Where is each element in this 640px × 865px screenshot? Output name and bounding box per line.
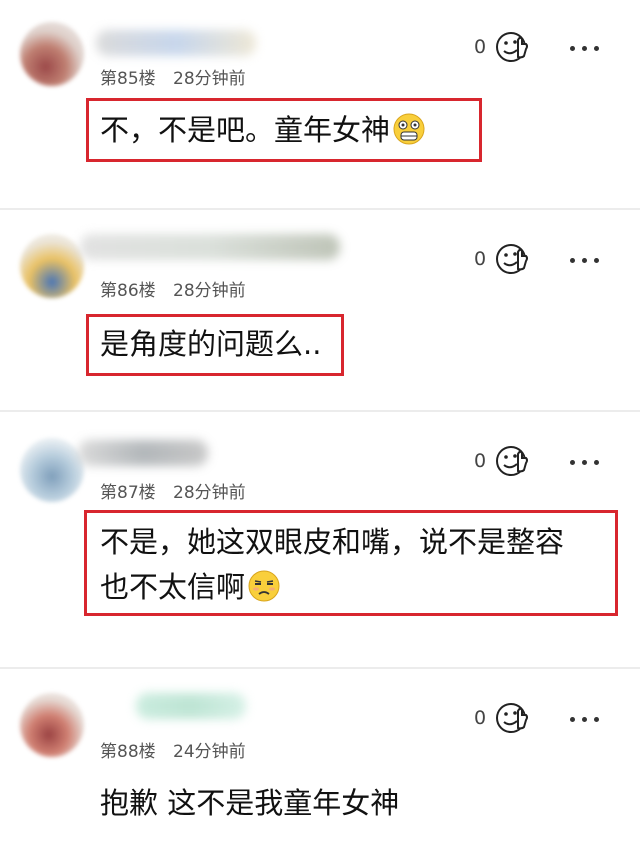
like-count: 0 [474, 450, 487, 472]
scared-face-emoji-icon [393, 113, 425, 145]
comment-meta: 第86楼 28分钟前 [100, 276, 246, 301]
comment-text: 不，不是吧。童年女神 [100, 108, 426, 153]
floor-number: 第87楼 [100, 483, 156, 503]
thumbs-up-face-icon[interactable] [494, 30, 529, 64]
username-blurred[interactable] [96, 30, 256, 56]
like-button[interactable]: 0 [474, 242, 529, 276]
comment-87: 第87楼 28分钟前 0 不是，她这双眼皮和嘴，说不是整容 也不太信啊 [0, 412, 640, 667]
comment-line: 不是，她这双眼皮和嘴，说不是整容 [100, 525, 565, 559]
floor-number: 第86楼 [100, 281, 156, 301]
comment-time: 28分钟前 [173, 483, 246, 503]
avatar[interactable] [20, 234, 84, 298]
comment-time: 28分钟前 [173, 281, 246, 301]
username-blurred[interactable] [136, 693, 246, 719]
username-blurred[interactable] [80, 234, 340, 260]
like-button[interactable]: 0 [474, 444, 529, 478]
like-button[interactable]: 0 [474, 30, 529, 64]
unamused-face-emoji-icon [248, 570, 280, 602]
comment-meta: 第87楼 28分钟前 [100, 478, 246, 503]
thumbs-up-face-icon[interactable] [494, 242, 529, 276]
comment-text: 是角度的问题么.. [100, 322, 321, 367]
avatar[interactable] [20, 693, 84, 757]
comment-meta: 第85楼 28分钟前 [100, 64, 246, 89]
more-dots-icon[interactable] [570, 452, 599, 472]
comment-line: 不，不是吧。童年女神 [100, 113, 391, 147]
comment-85: 第85楼 28分钟前 0 不，不是吧。童年女神 [0, 0, 640, 208]
floor-number: 第85楼 [100, 69, 156, 89]
floor-number: 第88楼 [100, 742, 156, 762]
comment-line: 是角度的问题么.. [100, 327, 322, 361]
comment-86: 第86楼 28分钟前 0 是角度的问题么.. [0, 210, 640, 410]
thumbs-up-face-icon[interactable] [494, 444, 529, 478]
comment-time: 24分钟前 [173, 742, 246, 762]
avatar[interactable] [20, 22, 84, 86]
thumbs-up-face-icon[interactable] [494, 701, 529, 735]
like-button[interactable]: 0 [474, 701, 529, 735]
like-count: 0 [474, 248, 487, 270]
username-blurred[interactable] [78, 440, 208, 466]
comment-line: 抱歉 这不是我童年女神 [100, 786, 400, 820]
like-count: 0 [474, 707, 487, 729]
more-dots-icon[interactable] [570, 250, 599, 270]
like-count: 0 [474, 36, 487, 58]
comment-88: 第88楼 24分钟前 0 抱歉 这不是我童年女神 [0, 669, 640, 865]
comment-meta: 第88楼 24分钟前 [100, 737, 246, 762]
more-dots-icon[interactable] [570, 38, 599, 58]
comment-line: 也不太信啊 [100, 570, 246, 604]
avatar[interactable] [20, 438, 84, 502]
comment-line-2: 也不太信啊 [100, 565, 564, 610]
comment-text: 抱歉 这不是我童年女神 [100, 781, 399, 826]
comment-time: 28分钟前 [173, 69, 246, 89]
more-dots-icon[interactable] [570, 709, 599, 729]
comment-text: 不是，她这双眼皮和嘴，说不是整容 也不太信啊 [100, 520, 564, 610]
